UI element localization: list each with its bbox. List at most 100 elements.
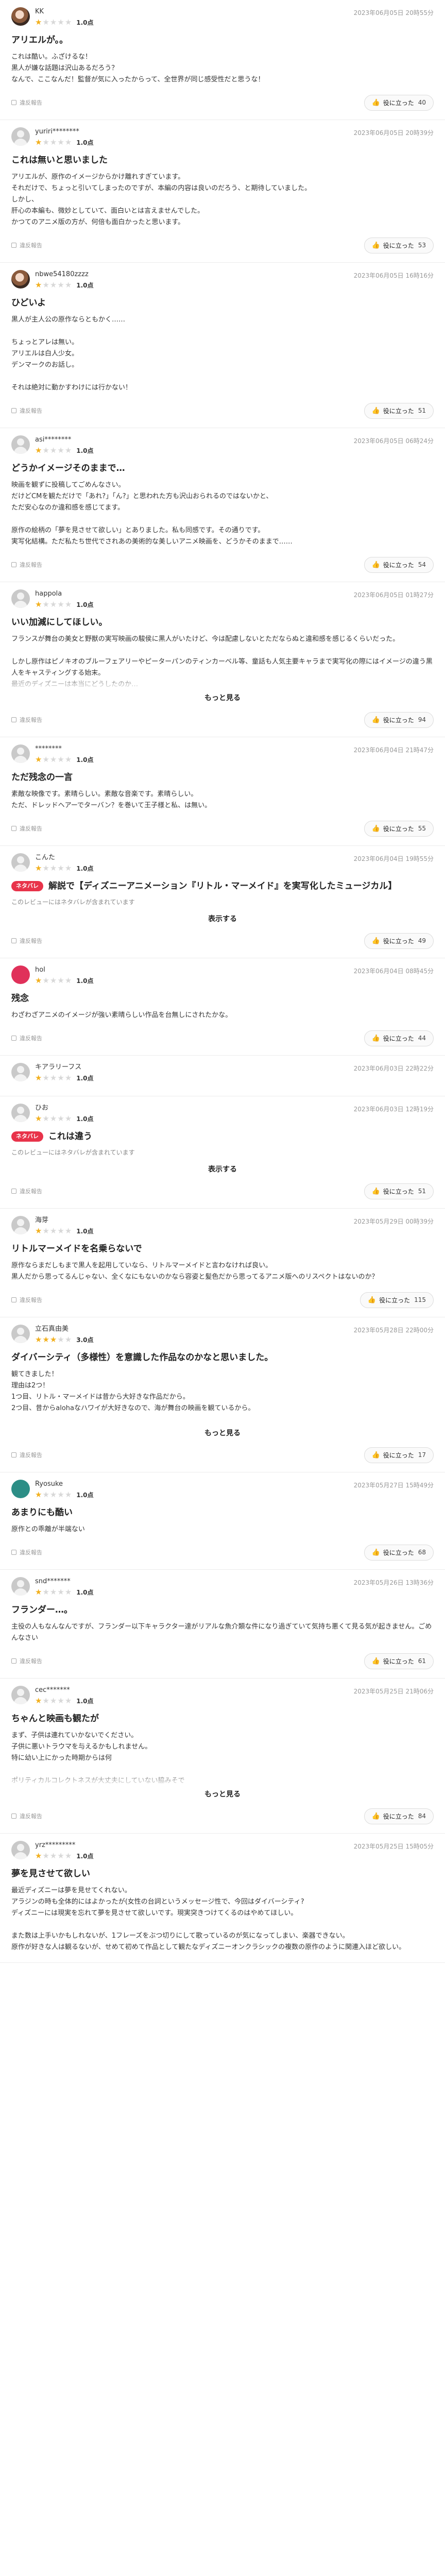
user-avatar[interactable]	[11, 1063, 30, 1081]
review-item-16: yrz********* ★★★★★ 1.0点 2023年05月25日 15時0…	[0, 1834, 445, 1963]
user-avatar[interactable]	[11, 1480, 30, 1498]
helpful-button[interactable]: 👍 役に立った 55	[364, 820, 434, 837]
star-icon: ★	[64, 18, 73, 27]
review-title[interactable]: ネタバレ 解説で【ディズニーアニメーション『リトル・マーメイド』を実写化したミュー…	[11, 880, 434, 892]
star-icon: ★	[57, 1073, 65, 1082]
helpful-button[interactable]: 👍 役に立った 17	[364, 1447, 434, 1463]
review-footer: 違反報告 👍 役に立った 94	[11, 711, 434, 728]
helpful-button[interactable]: 👍 役に立った 51	[364, 1183, 434, 1199]
helpful-button[interactable]: 👍 役に立った 84	[364, 1808, 434, 1824]
review-body: 主役の人もなんなんですが、フランダー以下キャラクター達がリアルな魚介類な件になり…	[11, 1623, 432, 1642]
user-avatar[interactable]	[11, 127, 30, 146]
helpful-button[interactable]: 👍 役に立った 94	[364, 711, 434, 728]
helpful-button[interactable]: 👍 役に立った 61	[364, 1653, 434, 1669]
flag-icon	[11, 1658, 16, 1664]
review-date: 2023年06月05日 16時16分	[353, 272, 434, 279]
report-link[interactable]: 違反報告	[11, 1187, 42, 1195]
user-avatar[interactable]	[11, 1325, 30, 1343]
review-title[interactable]: ひどいよ	[11, 297, 434, 309]
user-avatar[interactable]	[11, 965, 30, 984]
read-more-link[interactable]: もっと見る	[11, 692, 434, 703]
review-title[interactable]: 夢を見させて欲しい	[11, 1868, 434, 1880]
report-link[interactable]: 違反報告	[11, 1812, 42, 1820]
helpful-count: 84	[418, 1812, 426, 1820]
report-label: 違反報告	[20, 717, 42, 723]
review-item-6: ******** ★★★★★ 1.0点 2023年06月04日 21時47分 た…	[0, 737, 445, 846]
review-title[interactable]: アリエルが。。	[11, 34, 434, 46]
flag-icon	[11, 1452, 16, 1458]
report-link[interactable]: 違反報告	[11, 824, 42, 833]
review-title[interactable]: ダイバーシティ（多様性）を意識した作品なのかなと思いました。	[11, 1351, 434, 1364]
report-link[interactable]: 違反報告	[11, 1548, 42, 1556]
report-link[interactable]: 違反報告	[11, 1034, 42, 1042]
thumbs-up-icon: 👍	[371, 1187, 380, 1195]
review-title[interactable]: いい加減にしてほしい。	[11, 616, 434, 629]
user-avatar[interactable]	[11, 1577, 30, 1596]
star-icon: ★	[49, 1587, 58, 1597]
review-body: 黒人が主人公の原作ならともかく…… ちょっとアレは無い。 アリエルは白人少女。 …	[11, 316, 132, 392]
star-icon: ★	[49, 600, 58, 609]
helpful-button[interactable]: 👍 役に立った 68	[364, 1544, 434, 1561]
review-date: 2023年05月26日 13時36分	[353, 1579, 434, 1586]
review-body: 映画を観ずに投稿してごめんなさい。 だけどCMを観ただけで「あれ?」「ん?」と思…	[11, 481, 293, 546]
user-avatar[interactable]	[11, 589, 30, 608]
review-title[interactable]: 残念	[11, 992, 434, 1005]
user-avatar[interactable]	[11, 1686, 30, 1704]
review-date: 2023年06月03日 22時22分	[353, 1065, 434, 1072]
report-link[interactable]: 違反報告	[11, 937, 42, 945]
report-link[interactable]: 違反報告	[11, 241, 42, 249]
helpful-button[interactable]: 👍 役に立った 54	[364, 556, 434, 573]
thumbs-up-icon: 👍	[371, 937, 380, 945]
review-title[interactable]: ちゃんと映画も観たが	[11, 1713, 434, 1725]
user-avatar[interactable]	[11, 1841, 30, 1859]
star-icon: ★	[57, 1114, 65, 1123]
helpful-count: 49	[418, 937, 426, 944]
review-item-4: asi******** ★★★★★ 1.0点 2023年06月05日 06時24…	[0, 428, 445, 582]
report-link[interactable]: 違反報告	[11, 1296, 42, 1304]
user-avatar[interactable]	[11, 270, 30, 289]
star-icon: ★	[49, 755, 58, 764]
rating: ★★★★★ 1.0点	[35, 446, 434, 455]
read-more-link[interactable]: もっと見る	[11, 1789, 434, 1799]
review-title[interactable]: これは無いと思いました	[11, 154, 434, 166]
helpful-button[interactable]: 👍 役に立った 44	[364, 1030, 434, 1046]
report-link[interactable]: 違反報告	[11, 561, 42, 569]
report-link[interactable]: 違反報告	[11, 716, 42, 724]
read-more-link[interactable]: もっと見る	[11, 1428, 434, 1438]
report-link[interactable]: 違反報告	[11, 406, 42, 415]
report-link[interactable]: 違反報告	[11, 1451, 42, 1459]
star-rating: ★★★★★	[35, 1114, 72, 1123]
user-avatar[interactable]	[11, 1216, 30, 1234]
helpful-button[interactable]: 👍 役に立った 53	[364, 237, 434, 253]
star-icon: ★	[42, 1490, 50, 1499]
helpful-button[interactable]: 👍 役に立った 49	[364, 933, 434, 949]
star-icon: ★	[42, 446, 50, 455]
helpful-button[interactable]: 👍 役に立った 51	[364, 402, 434, 419]
helpful-button[interactable]: 👍 役に立った 115	[360, 1292, 434, 1308]
review-title[interactable]: ただ残念の一言	[11, 771, 434, 784]
star-icon: ★	[35, 863, 43, 873]
review-title[interactable]: リトルマーメイドを名乗らないで	[11, 1243, 434, 1255]
flag-icon	[11, 408, 16, 413]
user-avatar[interactable]	[11, 1104, 30, 1122]
flag-icon	[11, 1036, 16, 1041]
user-avatar[interactable]	[11, 853, 30, 872]
helpful-button[interactable]: 👍 役に立った 40	[364, 94, 434, 111]
user-avatar[interactable]	[11, 435, 30, 454]
user-avatar[interactable]	[11, 7, 30, 26]
helpful-count: 61	[418, 1657, 426, 1665]
thumbs-up-icon: 👍	[371, 98, 380, 107]
review-title[interactable]: ネタバレ これは違う	[11, 1130, 434, 1143]
show-spoiler-button[interactable]: 表示する	[11, 1164, 434, 1174]
user-avatar[interactable]	[11, 744, 30, 763]
star-icon: ★	[42, 755, 50, 764]
rating-score: 1.0点	[76, 281, 94, 289]
show-spoiler-button[interactable]: 表示する	[11, 913, 434, 924]
report-link[interactable]: 違反報告	[11, 1657, 42, 1665]
report-link[interactable]: 違反報告	[11, 98, 42, 107]
review-title-text: アリエルが。。	[11, 35, 69, 45]
review-title[interactable]: フランダー…。	[11, 1604, 434, 1616]
review-title[interactable]: どうかイメージそのままで…	[11, 462, 434, 474]
rating: ★★★★★ 1.0点	[35, 1490, 434, 1499]
review-title[interactable]: あまりにも酷い	[11, 1506, 434, 1519]
